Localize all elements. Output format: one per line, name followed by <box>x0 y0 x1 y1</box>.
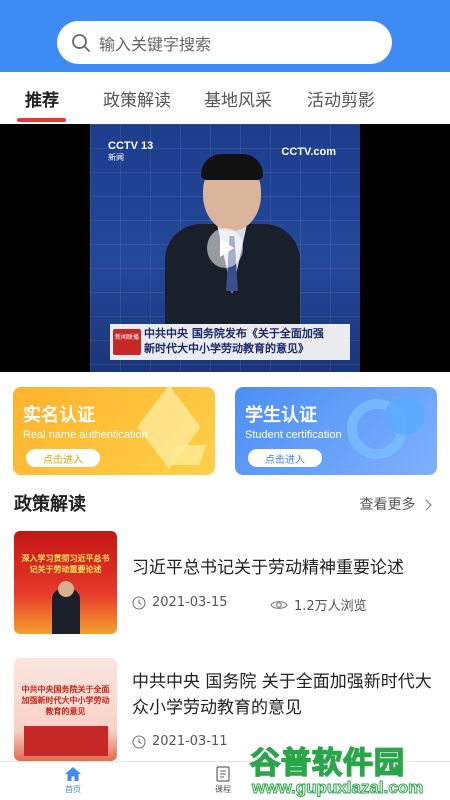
news-item[interactable]: 深入学习贯彻习近平总书记关于劳动重要论述 习近平总书记关于劳动精神重要论述 20… <box>0 531 450 641</box>
search-bar[interactable]: 输入关键字搜索 <box>57 21 392 64</box>
news-thumbnail: 中共中央国务院关于全面加强新时代大中小学劳动教育的意见 <box>14 658 117 761</box>
top-header: 输入关键字搜索 <box>0 0 450 72</box>
caption-line-1: 中共中央 国务院发布《关于全面加强 <box>144 327 324 340</box>
channel-logo-text: CCTV 13 <box>108 140 154 152</box>
tab-recommend[interactable]: 推荐 <box>25 86 59 111</box>
circle-decoration-icon <box>385 395 425 435</box>
news-date-text: 2021-03-11 <box>152 734 228 749</box>
student-auth-card[interactable]: 学生认证 Student certification 点击进入 <box>235 387 437 475</box>
video-player[interactable]: CCTV 13 新闻 CCTV.com 新闻联播 中共中央 国务院发布《关于全面… <box>0 124 450 372</box>
channel-logo-right: CCTV.com <box>281 146 336 158</box>
play-icon[interactable] <box>207 228 243 268</box>
watermark-url: www.gupuxlazal.com <box>251 778 424 798</box>
chevron-right-icon <box>420 499 432 511</box>
view-more-link[interactable]: 查看更多 <box>359 494 432 514</box>
home-icon <box>65 767 81 781</box>
tab-base-showcase[interactable]: 基地风采 <box>204 86 272 111</box>
active-tab-indicator <box>17 118 66 122</box>
news-thumbnail: 深入学习贯彻习近平总书记关于劳动重要论述 <box>14 531 117 634</box>
student-auth-title: 学生认证 <box>245 405 317 426</box>
nav-home[interactable]: 首页 <box>64 766 82 795</box>
realname-auth-enter-button[interactable]: 点击进入 <box>26 449 100 467</box>
eye-icon <box>270 600 288 609</box>
cube-decoration-small-icon <box>169 445 207 465</box>
caption-badge: 新闻联播 <box>113 329 141 355</box>
watermark-text: 谷普软件园 <box>249 745 405 782</box>
clock-icon <box>132 734 146 749</box>
nav-course-label: 课程 <box>215 785 231 794</box>
thumbnail-figure-head <box>58 581 74 597</box>
news-views: 1.2万人浏览 <box>270 595 367 614</box>
realname-auth-title: 实名认证 <box>23 405 95 426</box>
view-more-label: 查看更多 <box>359 497 416 513</box>
document-icon <box>216 766 230 782</box>
news-date-text: 2021-03-15 <box>152 595 228 610</box>
site-watermark: 谷普软件园 www.gupuxlazal.com <box>249 738 450 800</box>
anchor-hair <box>201 154 263 180</box>
news-date: 2021-03-15 <box>132 595 228 610</box>
video-caption: 新闻联播 中共中央 国务院发布《关于全面加强 新时代大中小学劳动教育的意见》 <box>110 324 350 360</box>
tab-policy[interactable]: 政策解读 <box>103 86 171 111</box>
nav-course[interactable]: 课程 <box>215 766 231 795</box>
news-title: 习近平总书记关于劳动精神重要论述 <box>132 558 404 578</box>
realname-auth-card[interactable]: 实名认证 Real name authentication 点击进入 <box>13 387 215 475</box>
category-tabs: 推荐 政策解读 基地风采 活动剪影 <box>0 72 450 124</box>
clock-icon <box>132 595 146 610</box>
thumbnail-caption: 深入学习贯彻习近平总书记关于劳动重要论述 <box>21 554 110 574</box>
channel-logo-sub: 新闻 <box>108 153 124 162</box>
news-date: 2021-03-11 <box>132 734 228 749</box>
search-icon <box>72 33 90 52</box>
thumbnail-gate <box>24 726 108 756</box>
caption-line-2: 新时代大中小学劳动教育的意见》 <box>144 342 309 355</box>
search-input[interactable]: 输入关键字搜索 <box>99 31 211 55</box>
student-auth-subtitle: Student certification <box>245 429 342 441</box>
video-frame: CCTV 13 新闻 CCTV.com 新闻联播 中共中央 国务院发布《关于全面… <box>90 124 360 372</box>
nav-home-label: 首页 <box>65 785 81 794</box>
student-auth-enter-button[interactable]: 点击进入 <box>248 449 322 467</box>
caption-badge-text: 新闻联播 <box>114 334 139 341</box>
section-title: 政策解读 <box>14 494 86 515</box>
news-views-text: 1.2万人浏览 <box>294 599 367 614</box>
tab-activity-clips[interactable]: 活动剪影 <box>307 86 375 111</box>
channel-logo-left: CCTV 13 新闻 <box>108 140 153 163</box>
thumbnail-caption: 中共中央国务院关于全面加强新时代大中小学劳动教育的意见 <box>21 685 110 716</box>
realname-auth-subtitle: Real name authentication <box>23 429 148 441</box>
news-title: 中共中央 国务院 关于全面加强新时代大众小学劳动教育的意见 <box>132 672 432 718</box>
